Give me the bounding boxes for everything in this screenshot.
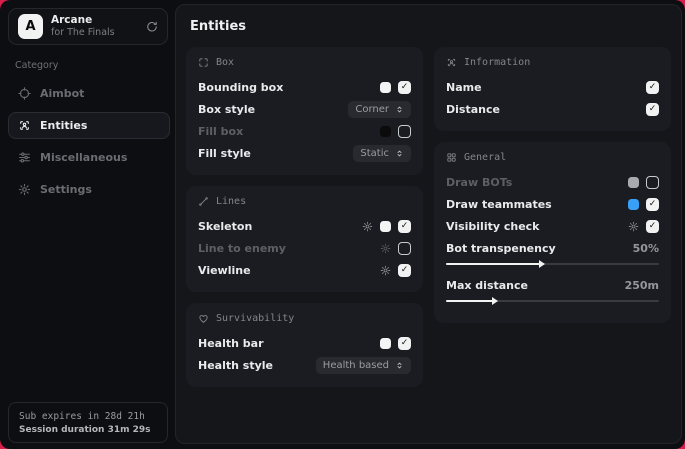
bounding-box-checkbox[interactable]: [398, 81, 411, 94]
color-swatch[interactable]: [380, 82, 391, 93]
grid-icon: [446, 152, 457, 163]
gear-icon[interactable]: [380, 265, 391, 276]
viewline-checkbox[interactable]: [398, 264, 411, 277]
sub-expiry-text: Sub expires in 28d 21h: [19, 411, 157, 422]
sliders-icon: [18, 151, 31, 164]
sidebar-item-aimbot[interactable]: Aimbot: [8, 80, 170, 107]
diagonal-line-icon: [198, 196, 209, 207]
gear-icon[interactable]: [380, 243, 391, 254]
max-distance-slider-group: Max distance 250m: [446, 275, 659, 302]
health-bar-checkbox[interactable]: [398, 337, 411, 350]
sidebar-item-label: Aimbot: [40, 87, 84, 100]
draw-teammates-checkbox[interactable]: [646, 198, 659, 211]
setting-row-visibility-check: Visibility check: [446, 215, 659, 237]
color-swatch[interactable]: [628, 199, 639, 210]
fill-style-dropdown[interactable]: Static: [353, 145, 411, 162]
setting-row-health-bar: Health bar: [198, 332, 411, 354]
max-distance-value: 250m: [625, 279, 659, 292]
slider-fill[interactable]: [446, 263, 540, 265]
app-window: A Arcane for The Finals Category Aimbot: [0, 0, 685, 449]
session-duration-text: Session duration 31m 29s: [19, 425, 157, 435]
color-swatch[interactable]: [380, 221, 391, 232]
crosshair-icon: [18, 87, 31, 100]
heart-icon: [198, 313, 209, 324]
sidebar-item-label: Miscellaneous: [40, 151, 127, 164]
gear-icon[interactable]: [628, 221, 639, 232]
bot-transparency-slider-group: Bot transpenency 50%: [446, 238, 659, 265]
app-header-card: A Arcane for The Finals: [8, 8, 168, 45]
distance-checkbox[interactable]: [646, 103, 659, 116]
unfold-icon: [395, 105, 404, 114]
setting-row-box-style: Box style Corner: [198, 98, 411, 120]
sidebar-item-entities[interactable]: Entities: [8, 112, 170, 139]
health-style-dropdown[interactable]: Health based: [316, 357, 411, 374]
subscription-info-card: Sub expires in 28d 21h Session duration …: [8, 402, 168, 443]
setting-row-fill-style: Fill style Static: [198, 142, 411, 164]
main-panel: Entities Box Bounding box: [175, 4, 682, 444]
survivability-section: Survivability Health bar Health style: [186, 303, 423, 387]
skeleton-checkbox[interactable]: [398, 220, 411, 233]
sidebar-item-label: Settings: [40, 183, 92, 196]
color-swatch[interactable]: [628, 177, 639, 188]
gear-icon[interactable]: [362, 221, 373, 232]
left-column: Box Bounding box Box style Corne: [186, 47, 423, 387]
visibility-check-checkbox[interactable]: [646, 220, 659, 233]
slider-fill[interactable]: [446, 300, 493, 302]
box-brackets-icon: [198, 57, 209, 68]
sidebar-item-settings[interactable]: Settings: [8, 176, 170, 203]
section-title: Lines: [216, 196, 246, 207]
name-checkbox[interactable]: [646, 81, 659, 94]
category-label: Category: [15, 60, 175, 71]
sidebar-nav: Aimbot Entities Miscellaneous Settings: [8, 80, 175, 203]
app-subtitle: for The Finals: [51, 27, 115, 39]
sidebar-item-miscellaneous[interactable]: Miscellaneous: [8, 144, 170, 171]
app-logo: A: [18, 14, 43, 39]
draw-bots-checkbox[interactable]: [646, 176, 659, 189]
setting-row-skeleton: Skeleton: [198, 215, 411, 237]
box-style-dropdown[interactable]: Corner: [348, 101, 411, 118]
information-section: Information Name Distance: [434, 47, 671, 131]
refresh-icon[interactable]: [146, 21, 158, 33]
unfold-icon: [395, 361, 404, 370]
sidebar: A Arcane for The Finals Category Aimbot: [0, 0, 175, 449]
gear-icon: [18, 183, 31, 196]
max-distance-slider[interactable]: [446, 300, 659, 302]
color-swatch[interactable]: [380, 338, 391, 349]
right-column: Information Name Distance: [434, 47, 671, 387]
section-title: Survivability: [216, 313, 294, 324]
box-section: Box Bounding box Box style Corne: [186, 47, 423, 175]
section-title: General: [464, 152, 506, 163]
section-title: Information: [464, 57, 530, 68]
scan-person-icon: [446, 57, 457, 68]
setting-row-draw-bots: Draw BOTs: [446, 171, 659, 193]
page-title: Entities: [190, 19, 671, 34]
scan-person-icon: [18, 119, 31, 132]
app-name: Arcane: [51, 14, 115, 27]
setting-row-viewline: Viewline: [198, 259, 411, 281]
unfold-icon: [395, 149, 404, 158]
section-title: Box: [216, 57, 234, 68]
bot-transparency-value: 50%: [633, 242, 659, 255]
setting-row-name: Name: [446, 76, 659, 98]
lines-section: Lines Skeleton Line to enemy: [186, 186, 423, 292]
setting-row-health-style: Health style Health based: [198, 354, 411, 376]
general-section: General Draw BOTs Draw teammates: [434, 142, 671, 323]
fill-box-checkbox[interactable]: [398, 125, 411, 138]
setting-row-draw-teammates: Draw teammates: [446, 193, 659, 215]
bot-transparency-slider[interactable]: [446, 263, 659, 265]
setting-row-fill-box: Fill box: [198, 120, 411, 142]
setting-row-bounding-box: Bounding box: [198, 76, 411, 98]
setting-row-distance: Distance: [446, 98, 659, 120]
sidebar-item-label: Entities: [40, 119, 87, 132]
color-swatch[interactable]: [380, 126, 391, 137]
setting-row-line-to-enemy: Line to enemy: [198, 237, 411, 259]
line-to-enemy-checkbox[interactable]: [398, 242, 411, 255]
